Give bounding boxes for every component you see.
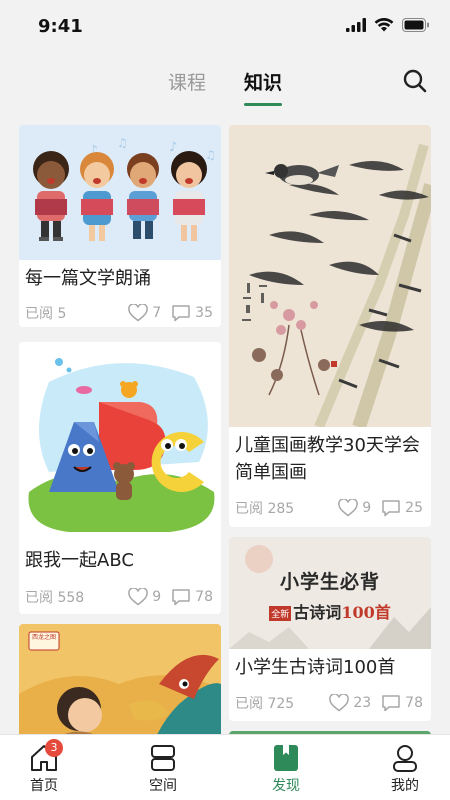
article-card[interactable]: 跟我一起ABC 已阅 558 9 78: [19, 342, 221, 614]
dragon-image-tag: 西龙之图: [31, 634, 56, 641]
wifi-icon: [374, 18, 394, 32]
header: 课程 知识: [0, 56, 450, 112]
svg-text:♪: ♪: [169, 140, 177, 155]
nav-home[interactable]: 3 首页: [0, 735, 94, 800]
battery-icon: [402, 18, 429, 32]
comment-count: 35: [195, 305, 213, 321]
nav-space-label: 空间: [149, 778, 177, 794]
nav-space[interactable]: 空间: [113, 735, 213, 800]
bamboo-painting-image: [229, 125, 431, 427]
knowledge-feed[interactable]: ♪ ♫ ♪ ♫ 每一篇文学朗诵 已阅 5 7 35 儿童国画教学30天学会简单国…: [0, 112, 450, 734]
card-stats: 已阅 285 9 25: [235, 498, 423, 518]
comment-icon: [382, 500, 400, 517]
discover-icon: [274, 745, 298, 771]
nav-profile-label: 我的: [391, 778, 419, 794]
comment-stat[interactable]: 78: [381, 694, 423, 712]
nav-discover-label: 发现: [272, 778, 300, 794]
signal-icon: [346, 18, 366, 32]
search-icon[interactable]: [402, 68, 428, 94]
card-title: 每一篇文学朗诵: [25, 268, 151, 289]
read-count: 5: [57, 306, 67, 322]
heart-icon: [128, 588, 149, 606]
poetry-cover-main-text: 小学生必背: [279, 571, 380, 593]
article-card[interactable]: 西龙之图: [19, 624, 221, 734]
nav-discover[interactable]: 发现: [236, 735, 336, 800]
svg-text:♫: ♫: [205, 148, 216, 162]
comment-icon: [382, 695, 400, 712]
like-stat[interactable]: 9: [338, 499, 371, 517]
poetry-cover-highlight: 100首: [341, 603, 391, 622]
svg-text:♫: ♫: [117, 136, 128, 150]
heart-icon: [329, 694, 350, 712]
comment-icon: [172, 305, 190, 322]
tab-knowledge[interactable]: 知识: [244, 68, 282, 95]
status-bar: 9:41: [0, 0, 450, 56]
card-stats: 已阅 725 23 78: [235, 693, 423, 713]
read-count: 725: [267, 696, 295, 712]
like-count: 23: [353, 695, 372, 711]
article-card[interactable]: 小学生必背 全新 古诗词100首 小学生古诗词100首 已阅 725 23 78: [229, 537, 431, 721]
like-stat[interactable]: 23: [329, 694, 371, 712]
home-badge: 3: [45, 739, 63, 757]
like-stat[interactable]: 9: [128, 588, 161, 606]
tab-course[interactable]: 课程: [168, 68, 206, 95]
bottom-navigation: 3 首页 空间 发现 我的: [0, 734, 450, 800]
like-stat[interactable]: 7: [128, 304, 161, 322]
nav-profile[interactable]: 我的: [355, 735, 450, 800]
card-stats: 已阅 558 9 78: [25, 587, 213, 607]
read-count: 285: [267, 501, 295, 517]
comment-count: 25: [405, 500, 423, 516]
like-count: 9: [362, 500, 372, 516]
comment-stat[interactable]: 78: [171, 588, 213, 606]
space-icon: [151, 745, 175, 771]
status-icons: [346, 18, 430, 32]
read-count: 558: [57, 590, 85, 606]
read-label: 已阅: [25, 306, 53, 322]
article-card[interactable]: ♪ ♫ ♪ ♫ 每一篇文学朗诵 已阅 5 7 35: [19, 125, 221, 327]
like-count: 9: [152, 589, 162, 605]
article-card[interactable]: 儿童国画教学30天学会简单国画 已阅 285 9 25: [229, 125, 431, 527]
children-singing-image: ♪ ♫ ♪ ♫: [19, 125, 221, 260]
card-title: 儿童国画教学30天学会简单国画: [235, 435, 420, 483]
card-title: 小学生古诗词100首: [235, 657, 396, 678]
card-title: 跟我一起ABC: [25, 550, 134, 571]
poetry-cover-sub: 全新 古诗词100首: [229, 599, 431, 623]
like-count: 7: [152, 305, 162, 321]
comment-stat[interactable]: 35: [171, 304, 213, 322]
heart-icon: [128, 304, 149, 322]
read-label: 已阅: [235, 696, 263, 712]
comment-icon: [172, 589, 190, 606]
comment-count: 78: [195, 589, 213, 605]
read-label: 已阅: [25, 590, 53, 606]
abc-cartoon-image: [19, 342, 221, 542]
heart-icon: [338, 499, 359, 517]
poetry-cover-tag: 全新: [269, 606, 292, 621]
status-time: 9:41: [38, 16, 83, 37]
card-stats: 已阅 5 7 35: [25, 303, 213, 323]
comment-count: 78: [405, 695, 423, 711]
read-label: 已阅: [235, 501, 263, 517]
profile-icon: [393, 745, 417, 772]
poetry-cover-sub-text: 古诗词: [293, 603, 342, 622]
comment-stat[interactable]: 25: [381, 499, 423, 517]
active-tab-indicator: [244, 103, 282, 106]
nav-home-label: 首页: [30, 778, 58, 794]
